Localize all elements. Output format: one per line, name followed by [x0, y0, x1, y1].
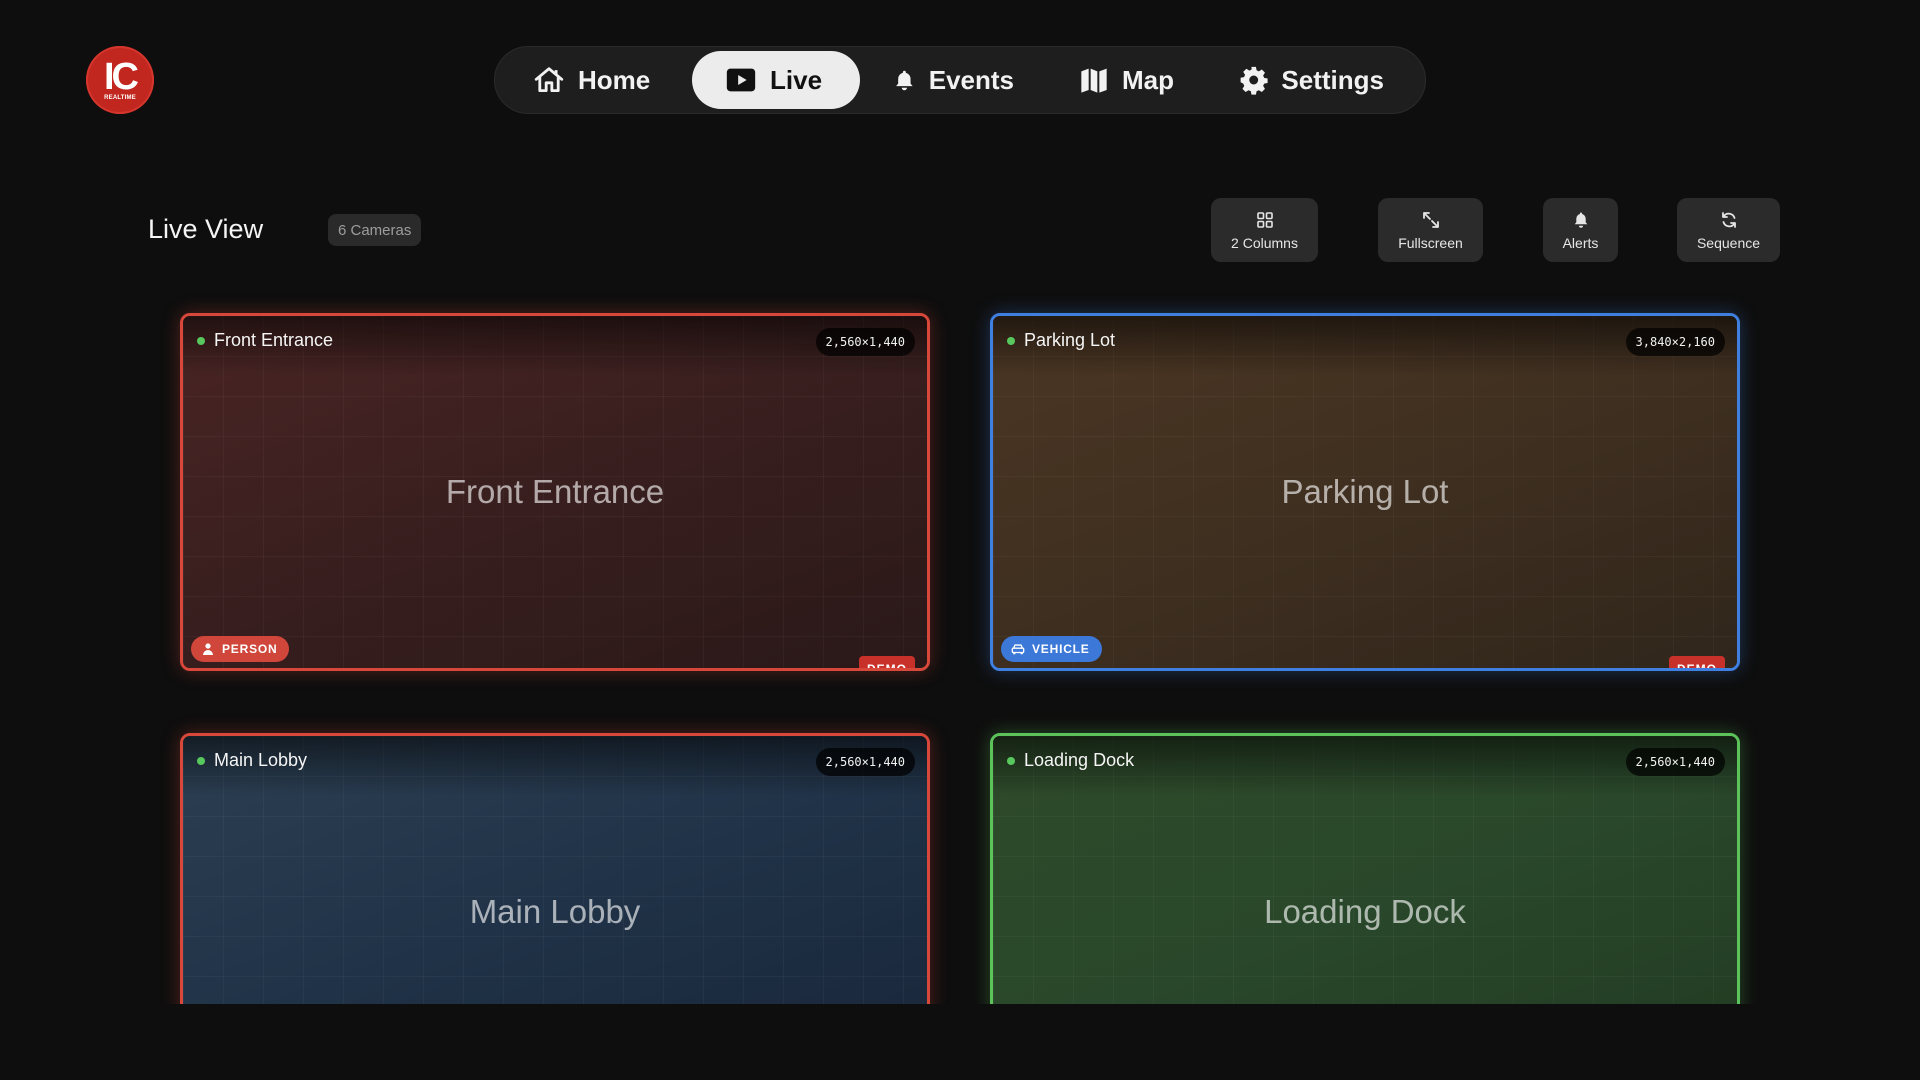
camera-tile-parking-lot[interactable]: Parking Lot 3,840×2,160 Parking Lot VEHI…	[990, 313, 1740, 671]
person-icon	[203, 643, 213, 655]
camera-name-label: Parking Lot	[1024, 330, 1116, 350]
resolution-badge: 3,840×2,160	[1625, 328, 1725, 356]
resolution-badge: 2,560×1,440	[1625, 748, 1725, 776]
online-status-dot	[197, 756, 205, 765]
camera-name: Front Entrance	[197, 330, 333, 351]
detection-tag-person[interactable]: PERSON	[191, 636, 290, 662]
camera-tile-front-entrance[interactable]: Front Entrance 2,560×1,440 Front Entranc…	[180, 313, 930, 671]
demo-badge: DEMO	[1669, 656, 1725, 668]
resolution-badge: 2,560×1,440	[815, 328, 915, 356]
online-status-dot	[1007, 336, 1015, 345]
resolution-badge: 2,560×1,440	[815, 748, 915, 776]
camera-grid: Front Entrance 2,560×1,440 Front Entranc…	[0, 0, 1920, 1004]
detection-label: PERSON	[222, 642, 278, 656]
live-view-page: IC REALTIME Home Live Events Map Setting…	[0, 0, 1920, 1080]
car-icon	[1011, 644, 1025, 655]
detection-tag-vehicle[interactable]: VEHICLE	[1001, 636, 1102, 662]
camera-name: Loading Dock	[1007, 750, 1134, 771]
camera-placeholder-title: Loading Dock	[1264, 893, 1466, 930]
online-status-dot	[197, 336, 205, 345]
camera-name-label: Front Entrance	[214, 330, 334, 350]
camera-name: Main Lobby	[197, 750, 307, 771]
camera-placeholder-title: Main Lobby	[469, 893, 641, 930]
demo-badge: DEMO	[859, 656, 915, 668]
detection-label: VEHICLE	[1032, 642, 1090, 656]
camera-placeholder-title: Parking Lot	[1281, 473, 1449, 510]
camera-name-label: Main Lobby	[214, 750, 308, 770]
camera-name-label: Loading Dock	[1024, 750, 1135, 770]
online-status-dot	[1007, 756, 1015, 765]
camera-placeholder-title: Front Entrance	[445, 473, 665, 510]
camera-tile-main-lobby[interactable]: Main Lobby 2,560×1,440 Main Lobby	[180, 733, 930, 1004]
camera-name: Parking Lot	[1007, 330, 1115, 351]
camera-tile-loading-dock[interactable]: Loading Dock 2,560×1,440 Loading Dock	[990, 733, 1740, 1004]
